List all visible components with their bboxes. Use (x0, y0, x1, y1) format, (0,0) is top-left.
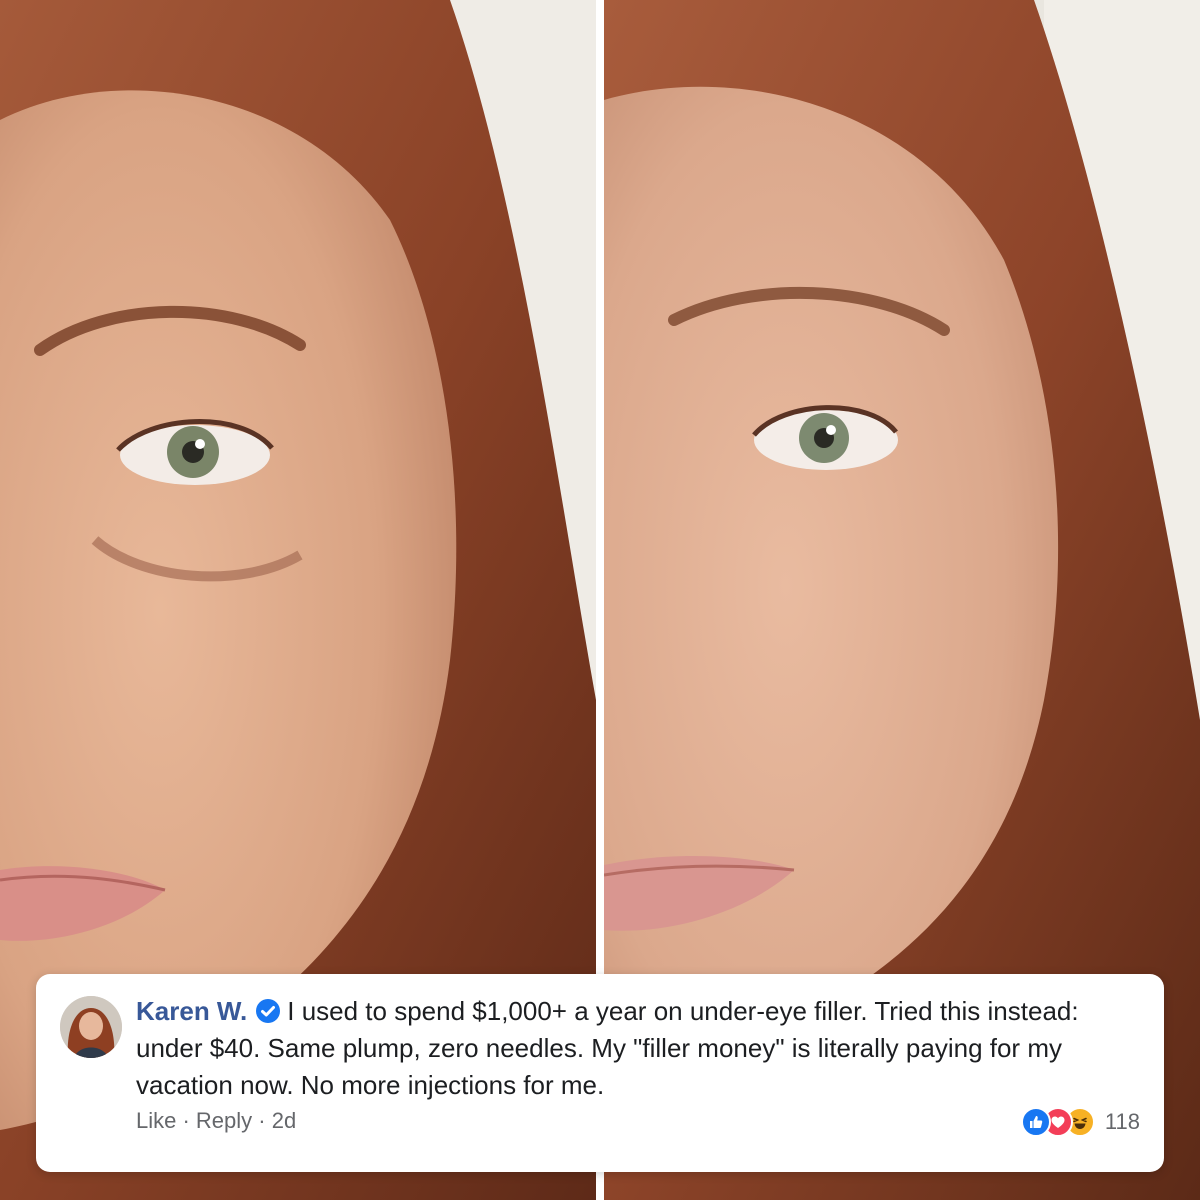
avatar[interactable] (60, 996, 122, 1058)
like-button[interactable]: Like (136, 1108, 176, 1133)
reactions-summary[interactable]: 118 (1020, 1106, 1140, 1138)
reply-button[interactable]: Reply (196, 1108, 252, 1133)
action-separator: · (176, 1108, 196, 1133)
comment-author[interactable]: Karen W. (136, 996, 247, 1026)
avatar-image (60, 996, 122, 1058)
reaction-count: 118 (1104, 1109, 1140, 1134)
like-reaction-icon (1020, 1107, 1051, 1137)
comment-timestamp[interactable]: 2d (272, 1108, 296, 1133)
verified-badge-icon (256, 999, 281, 1023)
comment-card: Karen W. I used to spend $1,000+ a year o… (36, 974, 1164, 1172)
comment-actions: Like · Reply · 2d (136, 1108, 296, 1134)
action-separator: · (252, 1108, 272, 1133)
comment-body: Karen W. I used to spend $1,000+ a year o… (136, 993, 1126, 1104)
